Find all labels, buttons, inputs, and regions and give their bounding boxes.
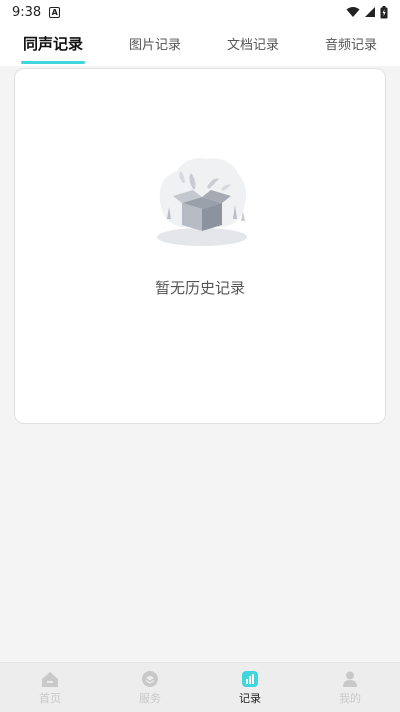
- tab-label: 同声记录: [22, 34, 83, 53]
- wifi-icon: [346, 7, 360, 17]
- record-tabs: 同声记录 图片记录 文档记录 音频记录: [0, 24, 400, 66]
- tab-document-records[interactable]: 文档记录: [225, 28, 281, 63]
- nav-item-service[interactable]: 服务: [120, 670, 180, 706]
- tab-simultaneous-records[interactable]: 同声记录: [20, 27, 85, 64]
- nav-item-profile[interactable]: 我的: [320, 670, 380, 706]
- profile-icon: [343, 671, 357, 687]
- tab-label: 音频记录: [324, 37, 377, 53]
- tab-label: 图片记录: [128, 37, 181, 53]
- empty-box-icon: [157, 158, 247, 246]
- empty-state-message: 暂无历史记录: [154, 279, 245, 297]
- service-icon: [142, 670, 158, 687]
- battery-icon: [380, 5, 388, 18]
- notification-a-icon: A: [49, 6, 61, 18]
- status-right: [346, 5, 388, 19]
- tab-label: 文档记录: [226, 37, 279, 53]
- nav-label: 记录: [239, 691, 261, 705]
- home-icon: [42, 671, 58, 687]
- nav-label: 服务: [139, 691, 161, 705]
- status-bar: 9:38 A: [0, 0, 400, 24]
- tab-audio-records[interactable]: 音频记录: [323, 28, 379, 63]
- status-time: 9:38: [12, 4, 42, 20]
- nav-item-home[interactable]: 首页: [20, 670, 80, 706]
- status-left: 9:38 A: [12, 4, 61, 20]
- active-tab-indicator: [20, 60, 85, 64]
- records-card: 暂无历史记录: [14, 68, 386, 424]
- bottom-navigation: 首页 服务 记录 我的: [0, 662, 400, 712]
- nav-label: 首页: [39, 691, 61, 705]
- signal-icon: [365, 7, 375, 17]
- nav-label: 我的: [339, 691, 361, 705]
- record-icon: [242, 670, 258, 687]
- nav-item-records[interactable]: 记录: [220, 670, 280, 706]
- tab-image-records[interactable]: 图片记录: [127, 28, 183, 63]
